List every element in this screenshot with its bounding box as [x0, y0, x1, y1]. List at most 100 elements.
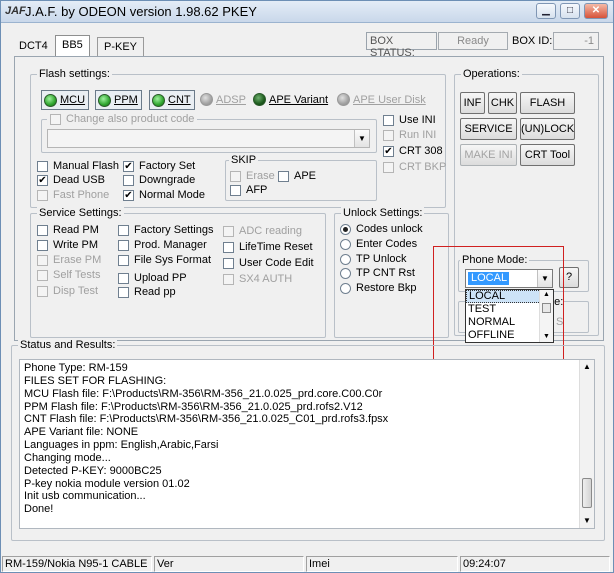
status-bar: RM-159/Nokia N95-1 CABLE Ver Imei 09:24:… [1, 556, 613, 572]
skip-afp-checkbox[interactable]: AFP [230, 184, 267, 196]
log-line: PPM Flash file: F:\Products\RM-356\RM-35… [24, 400, 363, 413]
skip-ape-label: APE [294, 170, 317, 182]
log-line: Languages in ppm: English,Arabic,Farsi [24, 439, 219, 452]
ape-user-disk-led-toggle[interactable]: APE User Disk [337, 93, 426, 106]
box-id-label: BOX ID: [512, 35, 553, 47]
box-status-label: BOX STATUS: [366, 32, 437, 59]
adsp-led-toggle[interactable]: ADSP [200, 93, 246, 106]
tp-cnt-rst-label: TP CNT Rst [356, 267, 415, 279]
read-pm-checkbox[interactable]: Read PM [37, 224, 99, 236]
adsp-led-icon [200, 93, 213, 106]
enter-codes-label: Enter Codes [356, 238, 418, 250]
factory-settings-label: Factory Settings [134, 224, 214, 236]
tab-dct4[interactable]: DCT4 [13, 37, 54, 57]
log-line: Init usb communication... [24, 490, 146, 503]
make-ini-button[interactable]: MAKE INI [460, 144, 517, 166]
unlock-settings-title: Unlock Settings: [341, 207, 425, 219]
chevron-down-icon: ▼ [354, 130, 369, 147]
erase-pm-checkbox[interactable]: Erase PM [37, 254, 101, 266]
inf-button[interactable]: INF [460, 92, 485, 114]
minimize-button[interactable]: ▁ [536, 3, 556, 19]
erase-pm-label: Erase PM [53, 254, 102, 266]
scroll-up-icon[interactable]: ▲ [580, 360, 594, 374]
chk-button[interactable]: CHK [488, 92, 517, 114]
dead-usb-label: Dead USB [53, 174, 105, 186]
skip-ape-checkbox[interactable]: APE [278, 170, 316, 182]
change-product-code-checkbox[interactable]: Change also product code [47, 113, 198, 125]
mcu-led-toggle[interactable]: MCU [41, 90, 90, 110]
enter-codes-radio[interactable]: Enter Codes [340, 238, 417, 250]
ape-variant-label: APE Variant [269, 93, 329, 106]
crt-308-checkbox[interactable]: ✔ CRT 308 [383, 145, 443, 157]
tp-cnt-rst-radio[interactable]: TP CNT Rst [340, 267, 415, 279]
product-code-value [48, 130, 51, 142]
disp-test-checkbox[interactable]: Disp Test [37, 285, 98, 297]
self-tests-checkbox[interactable]: Self Tests [37, 269, 101, 281]
log-line: FILES SET FOR FLASHING: [24, 374, 167, 387]
dead-usb-checkbox[interactable]: ✔ Dead USB [37, 174, 105, 186]
fast-phone-checkbox[interactable]: Fast Phone [37, 189, 109, 201]
status-log[interactable]: Phone Type: RM-159 FILES SET FOR FLASHIN… [19, 359, 595, 529]
tab-p-key[interactable]: P-KEY [97, 37, 145, 57]
ppm-label: PPM [114, 94, 138, 106]
ppm-led-icon [98, 93, 111, 107]
product-code-select[interactable]: ▼ [47, 129, 370, 148]
lifetime-reset-checkbox[interactable]: LifeTime Reset [223, 241, 313, 253]
tab-bb5[interactable]: BB5 [55, 35, 90, 57]
app-icon: JAF [5, 5, 26, 17]
log-line: APE Variant file: NONE [24, 426, 139, 439]
crt-308-label: CRT 308 [399, 145, 443, 157]
ape-variant-led-toggle[interactable]: APE Variant [253, 93, 328, 106]
adsp-label: ADSP [216, 93, 246, 106]
statusbar-phone: RM-159/Nokia N95-1 CABLE [2, 556, 152, 572]
log-scrollbar[interactable]: ▲ ▼ [579, 360, 594, 528]
read-pp-label: Read pp [134, 286, 176, 298]
title-bar[interactable]: JAF J.A.F. by ODEON version 1.98.62 PKEY… [1, 1, 613, 23]
run-ini-checkbox[interactable]: Run INI [383, 129, 436, 141]
close-button[interactable]: ✕ [584, 3, 608, 19]
statusbar-imei: Imei [306, 556, 458, 572]
cnt-led-toggle[interactable]: CNT [149, 90, 195, 110]
normal-mode-checkbox[interactable]: ✔ Normal Mode [123, 189, 205, 201]
prod-manager-label: Prod. Manager [134, 239, 207, 251]
ppm-led-toggle[interactable]: PPM [95, 90, 142, 110]
flash-button[interactable]: FLASH [520, 92, 575, 114]
cnt-label: CNT [168, 94, 191, 106]
lifetime-reset-label: LifeTime Reset [239, 241, 313, 253]
restore-bkp-radio[interactable]: Restore Bkp [340, 282, 417, 294]
status-results-title: Status and Results: [18, 339, 118, 351]
fast-phone-label: Fast Phone [53, 189, 110, 201]
write-pm-checkbox[interactable]: Write PM [37, 239, 98, 251]
service-button[interactable]: SERVICE [460, 118, 517, 140]
main-window: JAF J.A.F. by ODEON version 1.98.62 PKEY… [0, 0, 614, 573]
tp-unlock-radio[interactable]: TP Unlock [340, 253, 407, 265]
use-ini-checkbox[interactable]: Use INI [383, 114, 436, 126]
manual-flash-label: Manual Flash [53, 160, 120, 172]
manual-flash-checkbox[interactable]: Manual Flash [37, 160, 119, 172]
codes-unlock-radio[interactable]: Codes unlock [340, 223, 423, 235]
read-pp-checkbox[interactable]: Read pp [118, 286, 176, 298]
mcu-led-icon [44, 93, 57, 107]
window-title: J.A.F. by ODEON version 1.98.62 PKEY [25, 4, 257, 19]
skip-erase-checkbox[interactable]: Erase [230, 170, 275, 182]
ape-user-disk-label: APE User Disk [353, 93, 426, 106]
ape-variant-led-icon [253, 93, 266, 106]
crt-tool-button[interactable]: CRT Tool [520, 144, 575, 166]
upload-pp-checkbox[interactable]: Upload PP [118, 272, 187, 284]
prod-manager-checkbox[interactable]: Prod. Manager [118, 239, 207, 251]
adc-reading-checkbox[interactable]: ADC reading [223, 225, 302, 237]
unlock-button[interactable]: (UN)LOCK [520, 118, 575, 140]
maximize-button[interactable]: □ [560, 3, 580, 19]
file-sys-format-checkbox[interactable]: File Sys Format [118, 254, 211, 266]
use-ini-label: Use INI [399, 114, 436, 126]
factory-set-label: Factory Set [139, 160, 196, 172]
factory-settings-checkbox[interactable]: Factory Settings [118, 224, 213, 236]
scroll-thumb[interactable] [582, 478, 592, 508]
sx4-auth-checkbox[interactable]: SX4 AUTH [223, 273, 292, 285]
factory-set-checkbox[interactable]: ✔ Factory Set [123, 160, 195, 172]
ape-user-disk-led-icon [337, 93, 350, 106]
crt-bkp-checkbox[interactable]: CRT BKP [383, 161, 446, 173]
scroll-down-icon[interactable]: ▼ [580, 514, 594, 528]
user-code-edit-checkbox[interactable]: User Code Edit [223, 257, 314, 269]
downgrade-checkbox[interactable]: Downgrade [123, 174, 195, 186]
